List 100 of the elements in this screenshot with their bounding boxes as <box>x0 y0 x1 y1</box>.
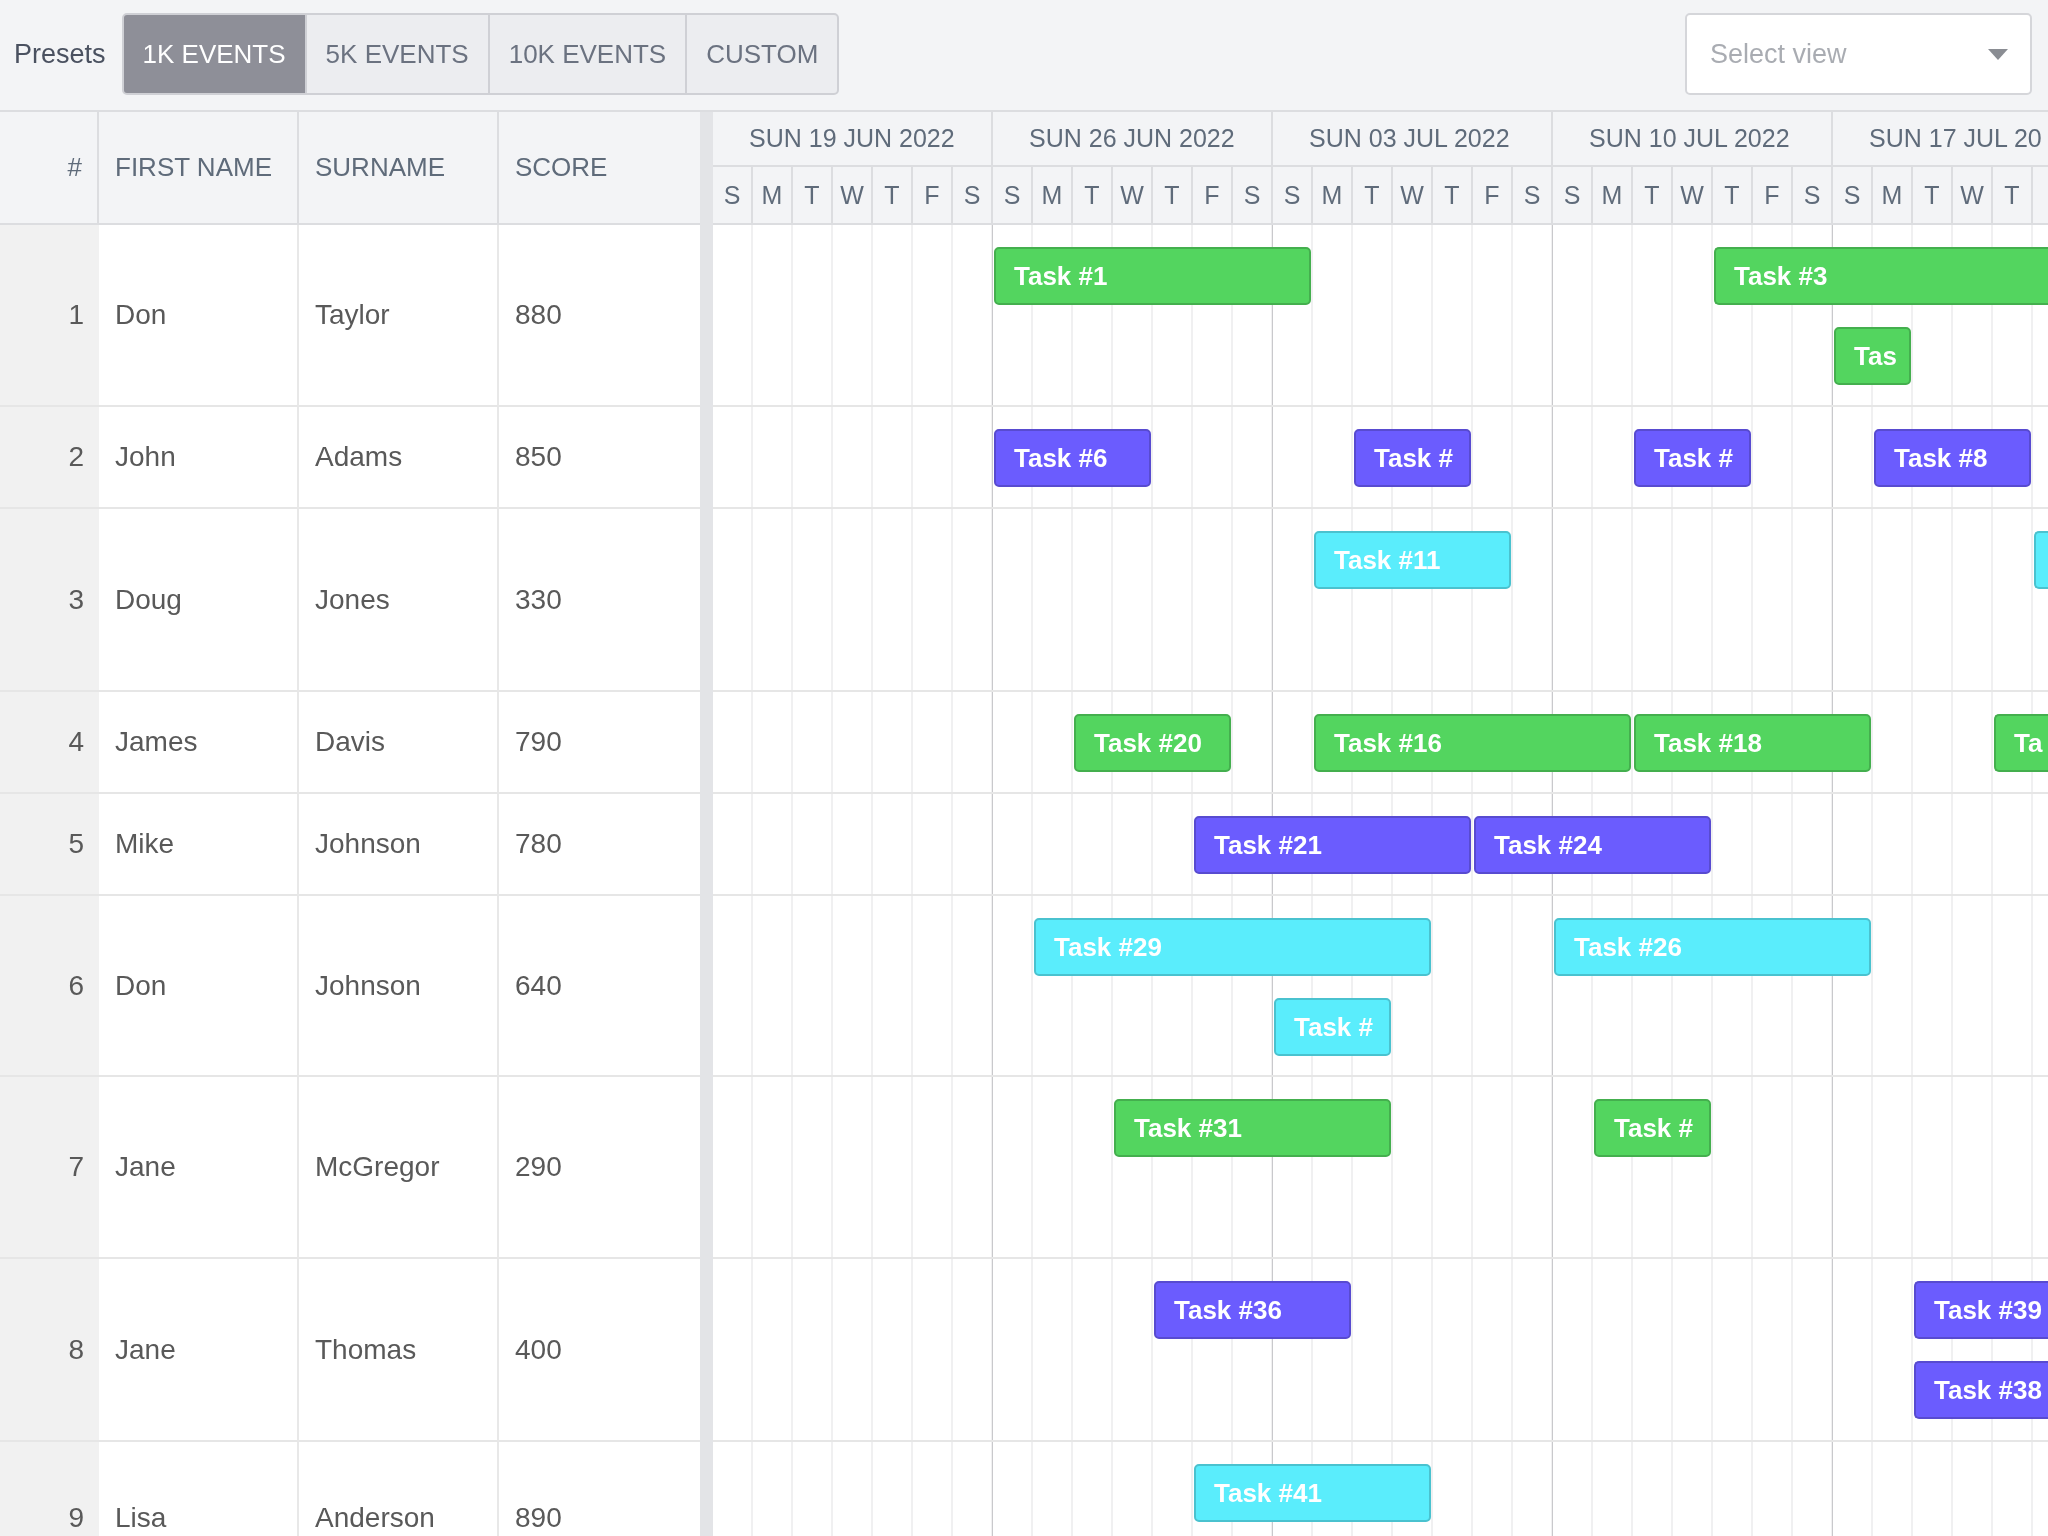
week-header: SUN 10 JUL 2022 <box>1553 112 1833 167</box>
day-header: T <box>1073 167 1113 223</box>
task-bar[interactable]: Task #18 <box>1634 714 1871 772</box>
row-number: 8 <box>0 1259 99 1442</box>
task-bar[interactable]: Task #24 <box>1474 816 1711 874</box>
task-bar[interactable]: Task #1 <box>994 247 1311 305</box>
day-header: S <box>1513 167 1553 223</box>
day-header: W <box>1953 167 1993 223</box>
table-cell: 290 <box>499 1077 700 1259</box>
task-bar[interactable] <box>2034 531 2048 589</box>
table-cell: Doug <box>99 509 299 692</box>
day-header: M <box>1313 167 1353 223</box>
day-header: T <box>1713 167 1753 223</box>
view-select[interactable]: Select view <box>1685 13 2032 95</box>
day-header: M <box>753 167 793 223</box>
day-header: F <box>1193 167 1233 223</box>
presets-label: Presets <box>14 38 106 70</box>
row-number: 4 <box>0 692 99 794</box>
task-bar[interactable]: Task #16 <box>1314 714 1631 772</box>
day-header: S <box>993 167 1033 223</box>
day-header: T <box>873 167 913 223</box>
day-header: F <box>1753 167 1793 223</box>
table-cell: 850 <box>499 407 700 509</box>
table-cell: Jones <box>299 509 499 692</box>
task-bar[interactable]: Task #26 <box>1554 918 1871 976</box>
day-header: T <box>793 167 833 223</box>
task-bar[interactable]: Task # <box>1274 998 1391 1056</box>
week-header: SUN 26 JUN 2022 <box>993 112 1273 167</box>
table-cell: 780 <box>499 794 700 896</box>
day-header: T <box>1353 167 1393 223</box>
table-cell: 330 <box>499 509 700 692</box>
table-cell: Mike <box>99 794 299 896</box>
table-cell: Johnson <box>299 896 499 1077</box>
task-bar[interactable]: Task #29 <box>1034 918 1431 976</box>
table-cell: 880 <box>499 225 700 407</box>
preset-button[interactable]: 1K EVENTS <box>121 13 307 95</box>
table-cell: Don <box>99 896 299 1077</box>
table-cell: Thomas <box>299 1259 499 1442</box>
day-header: T <box>1153 167 1193 223</box>
table-cell: 890 <box>499 1442 700 1536</box>
day-header: W <box>1113 167 1153 223</box>
task-bar[interactable]: Tas <box>1834 327 1911 385</box>
preset-button[interactable]: CUSTOM <box>685 13 840 95</box>
task-bar[interactable]: Task # <box>1634 429 1751 487</box>
task-bar[interactable]: Task #8 <box>1874 429 2031 487</box>
row-number: 9 <box>0 1442 99 1536</box>
task-bar[interactable]: Task #11 <box>1314 531 1511 589</box>
table-cell: Taylor <box>299 225 499 407</box>
splitter[interactable] <box>700 112 713 1536</box>
day-header: W <box>1393 167 1433 223</box>
table-cell: Don <box>99 225 299 407</box>
task-bar[interactable]: Task #36 <box>1154 1281 1351 1339</box>
table-cell: 790 <box>499 692 700 794</box>
task-bar[interactable]: Task # <box>1354 429 1471 487</box>
task-bar[interactable]: Task #3 <box>1714 247 2048 305</box>
day-header: M <box>1593 167 1633 223</box>
row-number: 6 <box>0 896 99 1077</box>
caret-icon <box>1988 48 2008 60</box>
preset-button[interactable]: 5K EVENTS <box>304 13 490 95</box>
table-cell: Anderson <box>299 1442 499 1536</box>
day-header: F <box>913 167 953 223</box>
task-bar[interactable]: Task #41 <box>1194 1464 1431 1522</box>
table-cell: 640 <box>499 896 700 1077</box>
day-header: S <box>953 167 993 223</box>
day-header: M <box>1873 167 1913 223</box>
table-cell: Jane <box>99 1077 299 1259</box>
row-number: 1 <box>0 225 99 407</box>
task-bar[interactable]: Task # <box>1594 1099 1711 1157</box>
table-cell: John <box>99 407 299 509</box>
task-bar[interactable]: Task #39 <box>1914 1281 2048 1339</box>
day-header: M <box>1033 167 1073 223</box>
column-header: SURNAME <box>299 112 499 225</box>
table-cell: James <box>99 692 299 794</box>
column-header: # <box>0 112 99 225</box>
table-cell: Lisa <box>99 1442 299 1536</box>
day-header: W <box>1673 167 1713 223</box>
table-cell: Jane <box>99 1259 299 1442</box>
row-number: 3 <box>0 509 99 692</box>
table-cell: Adams <box>299 407 499 509</box>
row-number: 5 <box>0 794 99 896</box>
table-cell: Johnson <box>299 794 499 896</box>
day-header: S <box>1273 167 1313 223</box>
week-header: SUN 19 JUN 2022 <box>713 112 993 167</box>
day-header: T <box>1433 167 1473 223</box>
task-bar[interactable]: Task #21 <box>1194 816 1471 874</box>
task-bar[interactable]: Task #31 <box>1114 1099 1391 1157</box>
table-cell: Davis <box>299 692 499 794</box>
table-cell: McGregor <box>299 1077 499 1259</box>
row-number: 7 <box>0 1077 99 1259</box>
day-header: S <box>713 167 753 223</box>
column-header: FIRST NAME <box>99 112 299 225</box>
task-bar[interactable]: Task #6 <box>994 429 1151 487</box>
task-bar[interactable]: Ta <box>1994 714 2048 772</box>
task-bar[interactable]: Task #20 <box>1074 714 1231 772</box>
row-number: 2 <box>0 407 99 509</box>
table-cell: 400 <box>499 1259 700 1442</box>
day-header: T <box>1633 167 1673 223</box>
day-header: S <box>1553 167 1593 223</box>
preset-button[interactable]: 10K EVENTS <box>487 13 688 95</box>
task-bar[interactable]: Task #38 <box>1914 1361 2048 1419</box>
